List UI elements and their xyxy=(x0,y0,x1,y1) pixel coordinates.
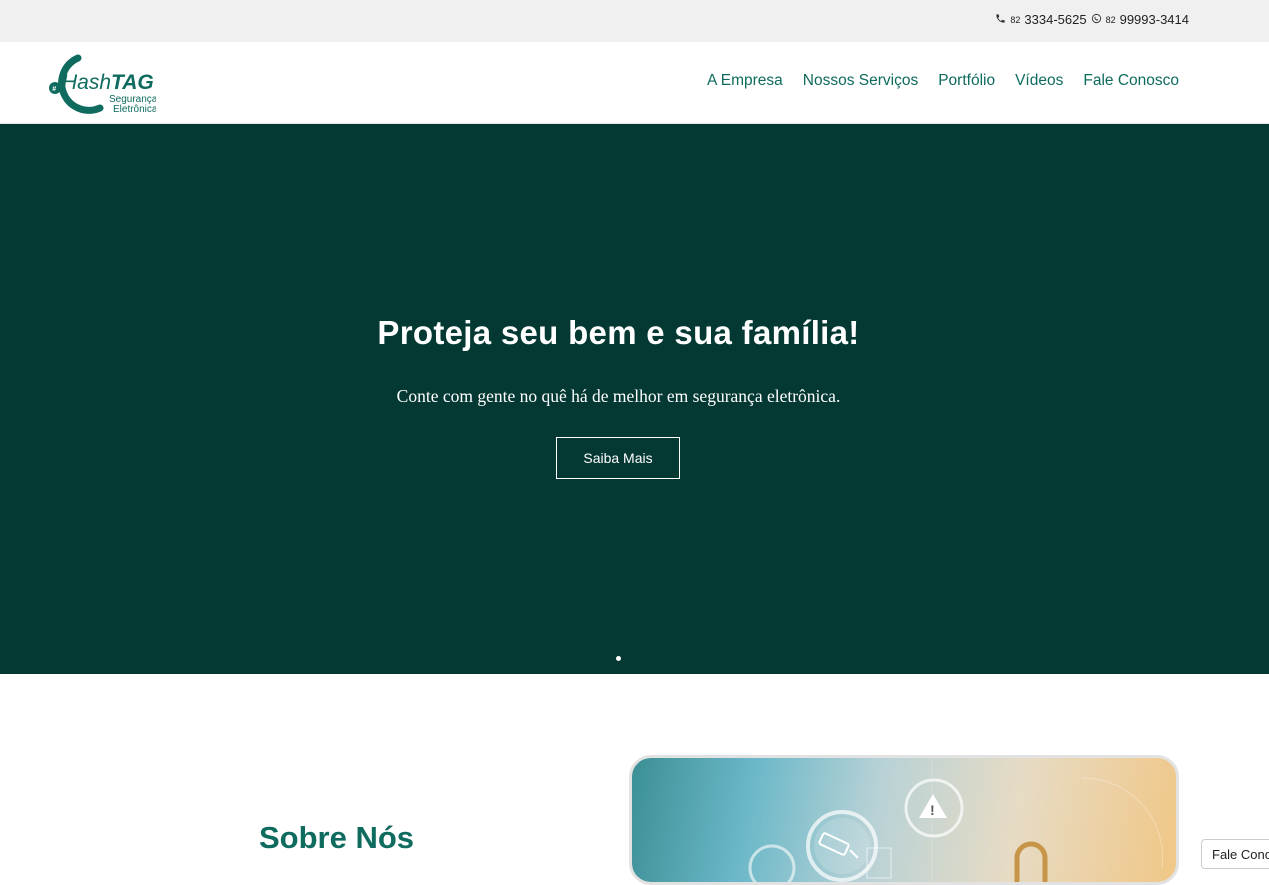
whatsapp-ddd: 82 xyxy=(1105,14,1116,25)
whatsapp-icon xyxy=(1091,12,1102,27)
saiba-mais-button[interactable]: Saiba Mais xyxy=(556,437,680,479)
hero-slider: Proteja seu bem e sua família! Conte com… xyxy=(0,124,1269,674)
svg-text:#: # xyxy=(52,86,56,93)
hero-subtitle: Conte com gente no quê há de melhor em s… xyxy=(396,386,841,406)
nav-portfolio[interactable]: Portfólio xyxy=(938,72,995,90)
whatsapp-number[interactable]: 99993-3414 xyxy=(1120,12,1189,27)
nav-fale-conosco[interactable]: Fale Conosco xyxy=(1083,72,1179,90)
logo-line2: Eletrônica xyxy=(113,104,156,114)
nav-videos[interactable]: Vídeos xyxy=(1015,72,1063,90)
nav-a-empresa[interactable]: A Empresa xyxy=(707,72,783,90)
warning-icon: ! xyxy=(919,794,947,818)
top-contact-bar: 82 3334-5625 82 99993-3414 xyxy=(0,0,1269,42)
logo-brand-tag: TAG xyxy=(111,71,154,94)
phone-icon xyxy=(995,12,1006,27)
security-image: ! xyxy=(629,755,1179,885)
padlock-icon xyxy=(1014,841,1048,882)
site-header: # Hash TAG Segurança Eletrônica A Empres… xyxy=(0,42,1269,124)
fale-conosco-chat-widget[interactable]: Fale Conosco xyxy=(1201,839,1269,869)
sobre-nos-heading: Sobre Nós xyxy=(259,820,415,855)
phone-number[interactable]: 3334-5625 xyxy=(1024,12,1086,27)
slider-dot[interactable] xyxy=(616,656,621,661)
hero-title: Proteja seu bem e sua família! xyxy=(377,314,860,351)
main-nav: A Empresa Nossos Serviços Portfólio Víde… xyxy=(707,72,1179,90)
phone-ddd: 82 xyxy=(1010,14,1021,25)
logo-brand-hash: Hash xyxy=(62,71,111,94)
nav-nossos-servicos[interactable]: Nossos Serviços xyxy=(803,72,918,90)
hashtag-logo[interactable]: # Hash TAG Segurança Eletrônica xyxy=(48,52,158,115)
contact-info: 82 3334-5625 82 99993-3414 xyxy=(995,12,1189,27)
